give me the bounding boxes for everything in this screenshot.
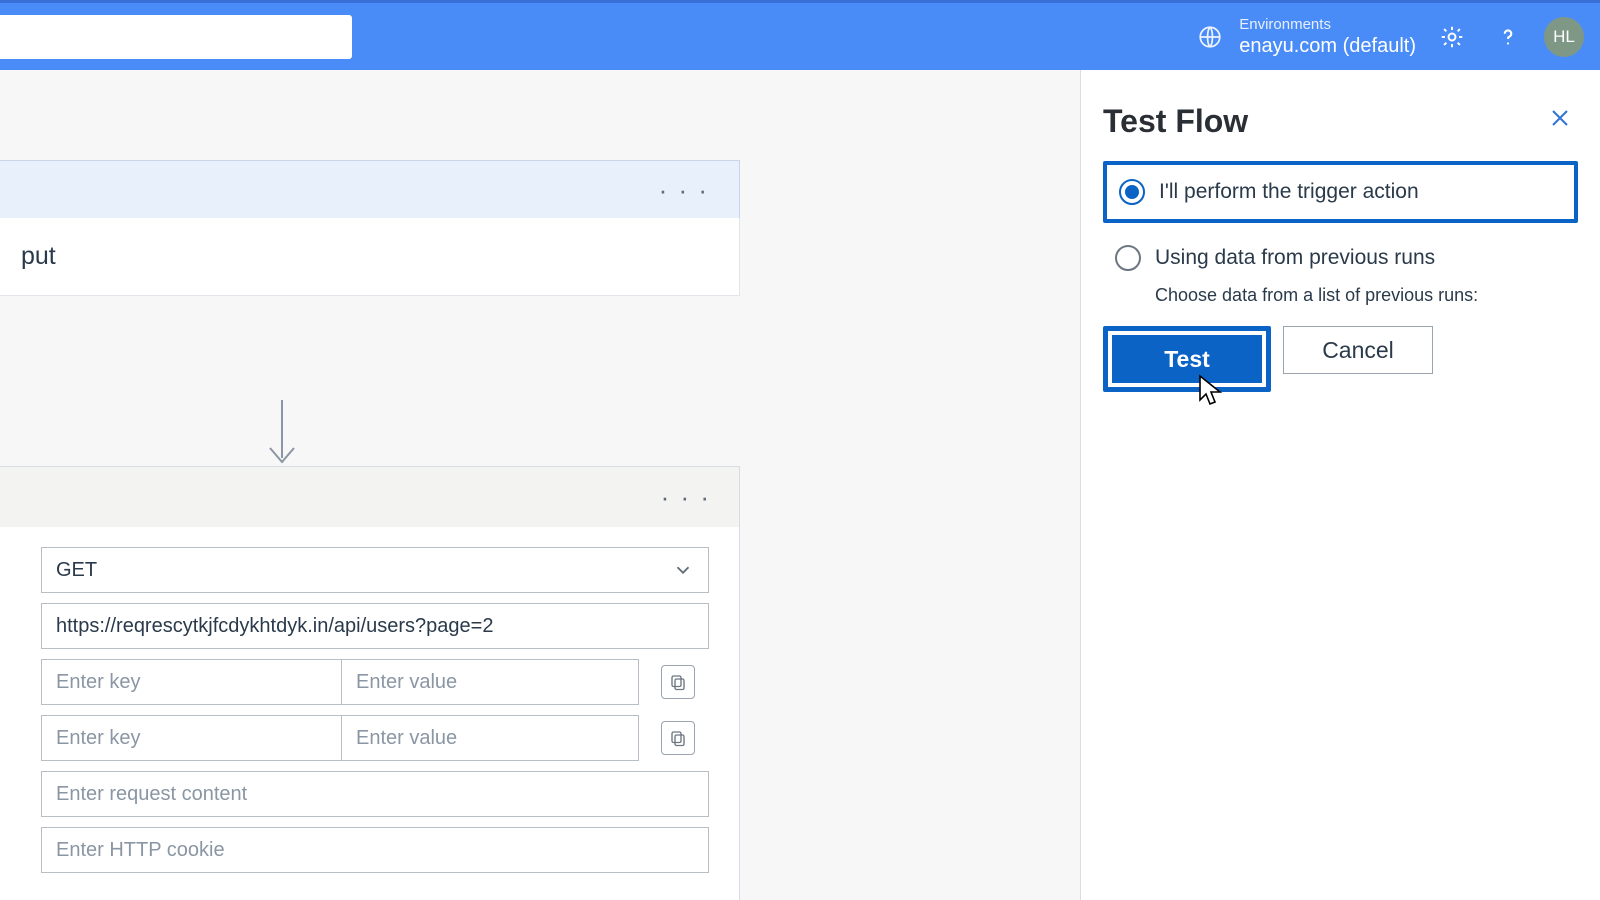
flow-canvas: trigger a flow · · · put · · · GET <box>0 70 1080 900</box>
http-url-input[interactable] <box>56 604 694 648</box>
http-card-header[interactable]: · · · <box>0 467 739 527</box>
trigger-menu-button[interactable]: · · · <box>653 175 715 206</box>
radio-perform-trigger-label: I'll perform the trigger action <box>1159 180 1419 204</box>
environment-icon <box>1197 24 1223 50</box>
panel-title: Test Flow <box>1103 103 1248 140</box>
radio-previous-runs[interactable]: Using data from previous runs <box>1103 231 1578 285</box>
token-icon <box>669 673 687 691</box>
radio-icon <box>1115 245 1141 271</box>
radio-previous-runs-sub: Choose data from a list of previous runs… <box>1103 285 1578 316</box>
test-button[interactable]: Test <box>1112 335 1262 383</box>
connector-arrow-icon <box>262 400 302 470</box>
http-body-input[interactable] <box>56 772 694 816</box>
radio-perform-trigger[interactable]: I'll perform the trigger action <box>1107 165 1574 219</box>
help-icon <box>1495 24 1521 50</box>
dynamic-content-button-2[interactable] <box>661 721 695 755</box>
trigger-body: put <box>0 218 740 296</box>
cancel-button[interactable]: Cancel <box>1283 326 1433 374</box>
environment-name: enayu.com (default) <box>1239 34 1416 58</box>
http-cookie-input[interactable] <box>56 828 694 872</box>
test-flow-panel: Test Flow I'll perform the trigger actio… <box>1080 70 1600 900</box>
http-method-value: GET <box>56 559 97 582</box>
avatar[interactable]: HL <box>1544 17 1584 57</box>
header-value-input-2[interactable] <box>356 716 624 760</box>
http-body-field[interactable] <box>41 771 709 817</box>
trigger-card[interactable]: trigger a flow · · · <box>0 160 740 221</box>
search-input[interactable] <box>0 15 352 59</box>
environment-picker[interactable]: Environments enayu.com (default) <box>1197 16 1416 58</box>
app-header: Environments enayu.com (default) HL <box>0 0 1600 70</box>
http-card: · · · GET <box>0 466 740 900</box>
header-value-input-1[interactable] <box>356 660 624 704</box>
http-cookie-field[interactable] <box>41 827 709 873</box>
http-menu-button[interactable]: · · · <box>655 482 717 513</box>
http-method-select[interactable]: GET <box>41 547 709 593</box>
settings-button[interactable] <box>1424 9 1480 65</box>
trigger-output-label: put <box>21 242 56 270</box>
gear-icon <box>1439 24 1465 50</box>
header-key-input-1[interactable] <box>56 660 327 704</box>
http-url-field[interactable] <box>41 603 709 649</box>
radio-icon <box>1119 179 1145 205</box>
token-icon <box>669 729 687 747</box>
close-panel-button[interactable] <box>1542 100 1578 143</box>
header-key-input-2[interactable] <box>56 716 327 760</box>
chevron-down-icon <box>672 559 694 581</box>
help-button[interactable] <box>1480 9 1536 65</box>
close-icon <box>1548 106 1572 130</box>
environment-label: Environments <box>1239 16 1416 34</box>
radio-previous-runs-label: Using data from previous runs <box>1155 246 1435 270</box>
dynamic-content-button-1[interactable] <box>661 665 695 699</box>
